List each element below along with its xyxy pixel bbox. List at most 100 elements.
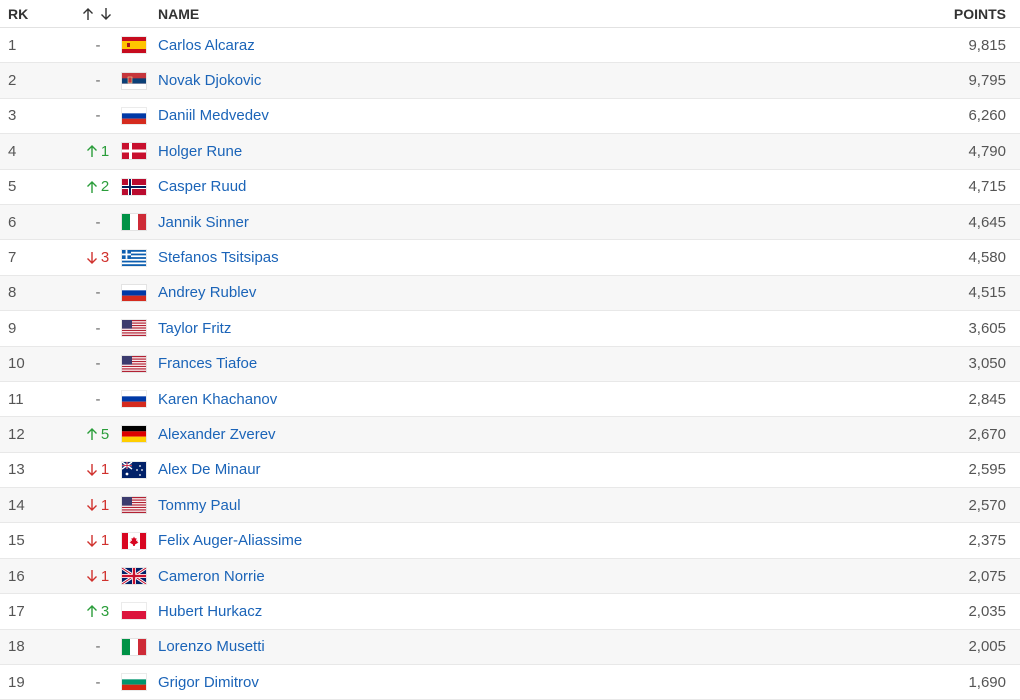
trend-value: 1	[100, 532, 110, 550]
table-row[interactable]: 1 - Carlos Alcaraz 9,815	[0, 28, 1020, 64]
trend-value: 3	[100, 249, 110, 267]
points-cell: 4,790	[968, 142, 1006, 160]
flag-russia-icon	[122, 107, 146, 124]
table-row[interactable]: 12 5 Alexander Zverev 2,670	[0, 417, 1020, 453]
player-name-link[interactable]: Alexander Zverev	[158, 426, 820, 443]
points-cell: 3,605	[968, 319, 1006, 337]
player-name-link[interactable]: Hubert Hurkacz	[158, 603, 820, 620]
flag-russia-icon	[122, 284, 146, 301]
rank-cell: 7	[8, 249, 17, 267]
trend-value: -	[95, 107, 101, 125]
player-name-link[interactable]: Taylor Fritz	[158, 320, 820, 337]
table-row[interactable]: 15 1 Felix Auger-Aliassime 2,375	[0, 523, 1020, 559]
flag-australia-icon	[122, 461, 146, 478]
points-cell: 2,845	[968, 390, 1006, 408]
player-name-link[interactable]: Grigor Dimitrov	[158, 674, 820, 691]
rank-cell: 5	[8, 178, 17, 196]
table-header: RK NAME POINTS	[0, 0, 1020, 28]
points-cell: 2,005	[968, 638, 1006, 656]
player-name-link[interactable]: Cameron Norrie	[158, 568, 820, 585]
arrow-up-icon	[86, 605, 97, 618]
points-cell: 2,375	[968, 532, 1006, 550]
arrow-down-icon	[86, 570, 97, 583]
trend-cell: -	[72, 638, 122, 655]
player-name-link[interactable]: Alex De Minaur	[158, 461, 820, 478]
points-cell: 2,570	[968, 496, 1006, 514]
rank-cell: 3	[8, 107, 17, 125]
table-row[interactable]: 18 - Lorenzo Musetti 2,005	[0, 629, 1020, 666]
flag-serbia-icon	[122, 72, 146, 89]
rank-cell: 9	[8, 319, 17, 337]
player-name-link[interactable]: Karen Khachanov	[158, 391, 820, 408]
points-cell: 2,035	[968, 602, 1006, 620]
flag-denmark-icon	[122, 143, 146, 160]
player-name-link[interactable]: Carlos Alcaraz	[158, 37, 820, 54]
trend-value: 1	[100, 567, 110, 585]
rank-cell: 16	[8, 567, 25, 585]
flag-bulgaria-icon	[122, 674, 146, 691]
table-row[interactable]: 19 - Grigor Dimitrov 1,690	[0, 665, 1020, 700]
player-name-link[interactable]: Tommy Paul	[158, 497, 820, 514]
arrow-up-icon	[83, 7, 93, 20]
rank-cell: 17	[8, 602, 25, 620]
player-name-link[interactable]: Daniil Medvedev	[158, 107, 820, 124]
trend-cell: -	[72, 674, 122, 691]
trend-value: 3	[100, 602, 110, 620]
rank-cell: 13	[8, 461, 25, 479]
table-row[interactable]: 5 2 Casper Ruud 4,715	[0, 170, 1020, 205]
points-cell: 4,515	[968, 284, 1006, 302]
arrow-down-icon	[86, 251, 97, 264]
player-name-link[interactable]: Holger Rune	[158, 143, 820, 160]
trend-value: -	[95, 390, 101, 408]
trend-cell: -	[72, 72, 122, 89]
table-row[interactable]: 14 1 Tommy Paul 2,570	[0, 488, 1020, 524]
rank-cell: 2	[8, 72, 17, 90]
trend-cell: -	[72, 214, 122, 231]
table-row[interactable]: 17 3 Hubert Hurkacz 2,035	[0, 594, 1020, 630]
rank-cell: 14	[8, 496, 25, 514]
trend-value: -	[95, 284, 101, 302]
rank-column-header[interactable]: RK	[0, 6, 72, 22]
player-name-link[interactable]: Casper Ruud	[158, 178, 820, 195]
trend-value: -	[95, 673, 101, 691]
trend-value: 5	[100, 425, 110, 443]
trend-value: 1	[100, 461, 110, 479]
flag-spain-icon	[122, 37, 146, 54]
table-row[interactable]: 6 - Jannik Sinner 4,645	[0, 204, 1020, 241]
table-row[interactable]: 11 - Karen Khachanov 2,845	[0, 382, 1020, 418]
table-row[interactable]: 9 - Taylor Fritz 3,605	[0, 311, 1020, 347]
table-row[interactable]: 7 3 Stefanos Tsitsipas 4,580	[0, 240, 1020, 276]
trend-cell: 1	[72, 568, 122, 585]
rank-cell: 6	[8, 213, 17, 231]
table-row[interactable]: 4 1 Holger Rune 4,790	[0, 134, 1020, 170]
table-row[interactable]: 13 1 Alex De Minaur 2,595	[0, 453, 1020, 489]
table-row[interactable]: 8 - Andrey Rublev 4,515	[0, 275, 1020, 312]
name-column-header[interactable]: NAME	[158, 6, 820, 22]
trend-column-header[interactable]	[72, 7, 122, 21]
table-row[interactable]: 3 - Daniil Medvedev 6,260	[0, 99, 1020, 135]
player-name-link[interactable]: Felix Auger-Aliassime	[158, 532, 820, 549]
points-column-header[interactable]: POINTS	[820, 6, 1020, 22]
arrow-up-icon	[86, 145, 97, 158]
points-cell: 4,715	[968, 178, 1006, 196]
flag-uk-icon	[122, 568, 146, 585]
arrow-down-icon	[86, 534, 97, 547]
rank-cell: 15	[8, 532, 25, 550]
table-row[interactable]: 16 1 Cameron Norrie 2,075	[0, 558, 1020, 595]
player-name-link[interactable]: Novak Djokovic	[158, 72, 820, 89]
player-name-link[interactable]: Stefanos Tsitsipas	[158, 249, 820, 266]
flag-russia-icon	[122, 391, 146, 408]
trend-cell: 1	[72, 532, 122, 549]
player-name-link[interactable]: Jannik Sinner	[158, 214, 820, 231]
table-row[interactable]: 2 - Novak Djokovic 9,795	[0, 63, 1020, 99]
trend-cell: -	[72, 37, 122, 54]
points-cell: 1,690	[968, 673, 1006, 691]
player-name-link[interactable]: Frances Tiafoe	[158, 355, 820, 372]
trend-cell: 3	[72, 249, 122, 266]
player-name-link[interactable]: Andrey Rublev	[158, 284, 820, 301]
player-name-link[interactable]: Lorenzo Musetti	[158, 638, 820, 655]
table-row[interactable]: 10 - Frances Tiafoe 3,050	[0, 346, 1020, 382]
flag-poland-icon	[122, 603, 146, 620]
arrow-down-icon	[101, 7, 111, 20]
flag-norway-icon	[122, 178, 146, 195]
